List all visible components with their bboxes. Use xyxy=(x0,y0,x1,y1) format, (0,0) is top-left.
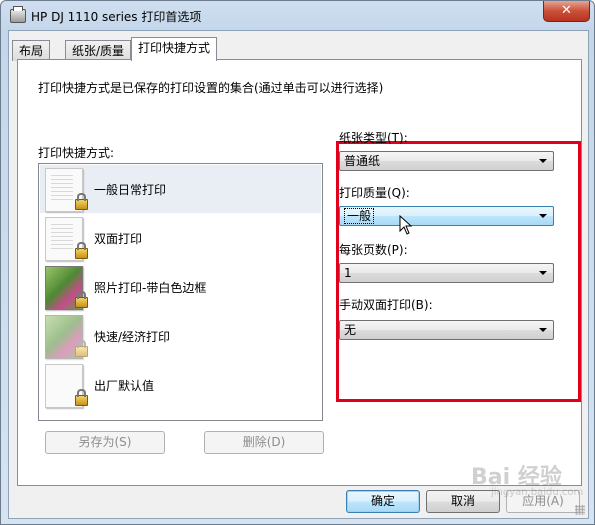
shortcuts-description: 打印快捷方式是已保存的打印设置的集合(通过单击可以进行选择) xyxy=(38,81,384,95)
blank-page-icon xyxy=(45,364,88,408)
paper-type-select[interactable]: 普通纸 xyxy=(339,151,554,171)
pages-per-sheet-label: 每张页数(P): xyxy=(339,243,408,257)
printer-icon xyxy=(10,6,26,23)
resize-grip-icon[interactable] xyxy=(575,505,585,515)
shortcut-label: 照片打印-带白色边框 xyxy=(94,281,207,295)
printer-preferences-window: HP DJ 1110 series 打印首选项 ✕ 布局 纸张/质量 打印快捷方… xyxy=(0,0,595,525)
print-quality-label: 打印质量(Q): xyxy=(339,186,410,200)
ok-button[interactable]: 确定 xyxy=(346,490,420,513)
shortcut-item-duplex[interactable]: 双面打印 xyxy=(40,214,321,262)
lock-icon xyxy=(75,340,88,357)
faded-photo-icon xyxy=(45,315,88,359)
shortcut-label: 快速/经济打印 xyxy=(94,330,171,344)
mouse-pointer-icon xyxy=(399,215,413,235)
paper-type-label: 纸张类型(T): xyxy=(339,131,408,145)
print-quality-value: 一般 xyxy=(344,208,375,224)
shortcut-item-factory-defaults[interactable]: 出厂默认值 xyxy=(40,361,321,409)
shortcuts-list-label: 打印快捷方式: xyxy=(38,146,115,160)
duplex-document-icon xyxy=(45,217,88,261)
shortcut-item-photo[interactable]: 照片打印-带白色边框 xyxy=(40,263,321,311)
title-bar[interactable]: HP DJ 1110 series 打印首选项 ✕ xyxy=(1,1,594,31)
print-quality-select[interactable]: 一般 xyxy=(339,206,554,226)
dialog-client-area: 布局 纸张/质量 打印快捷方式 打印快捷方式是已保存的打印设置的集合(通过单击可… xyxy=(8,30,589,519)
tab-paper-quality[interactable]: 纸张/质量 xyxy=(65,40,132,61)
shortcuts-list[interactable]: 一般日常打印 双面打印 照片打印-带白色边框 快速/经济打印 出厂默认值 xyxy=(38,163,323,421)
pages-per-sheet-value: 1 xyxy=(344,266,352,280)
save-as-button[interactable]: 另存为(S) xyxy=(45,431,165,454)
paper-type-value: 普通纸 xyxy=(344,154,381,168)
lock-icon xyxy=(75,291,88,308)
photo-icon xyxy=(45,266,88,310)
document-icon xyxy=(45,168,88,212)
window-title: HP DJ 1110 series 打印首选项 xyxy=(31,10,202,24)
cancel-button[interactable]: 取消 xyxy=(426,490,500,513)
watermark-url: jingyan.baidu.com xyxy=(491,487,584,498)
lock-icon xyxy=(75,242,88,259)
shortcut-label: 双面打印 xyxy=(94,232,143,246)
manual-duplex-value: 无 xyxy=(344,323,357,337)
shortcut-item-everyday[interactable]: 一般日常打印 xyxy=(40,165,321,213)
shortcut-label: 一般日常打印 xyxy=(94,183,167,197)
manual-duplex-label: 手动双面打印(B): xyxy=(339,298,433,312)
tab-printing-shortcuts[interactable]: 打印快捷方式 xyxy=(131,37,218,61)
chevron-down-icon xyxy=(539,159,547,163)
lock-icon xyxy=(75,389,88,406)
tab-layout[interactable]: 布局 xyxy=(12,40,51,61)
pages-per-sheet-select[interactable]: 1 xyxy=(339,263,554,283)
shortcut-label: 出厂默认值 xyxy=(94,379,155,393)
chevron-down-icon xyxy=(539,214,547,218)
manual-duplex-select[interactable]: 无 xyxy=(339,320,554,340)
lock-icon xyxy=(75,193,88,210)
chevron-down-icon xyxy=(539,271,547,275)
chevron-down-icon xyxy=(539,328,547,332)
shortcut-item-fast-economy[interactable]: 快速/经济打印 xyxy=(40,312,321,360)
close-button[interactable]: ✕ xyxy=(543,1,590,22)
delete-button[interactable]: 删除(D) xyxy=(204,431,324,454)
